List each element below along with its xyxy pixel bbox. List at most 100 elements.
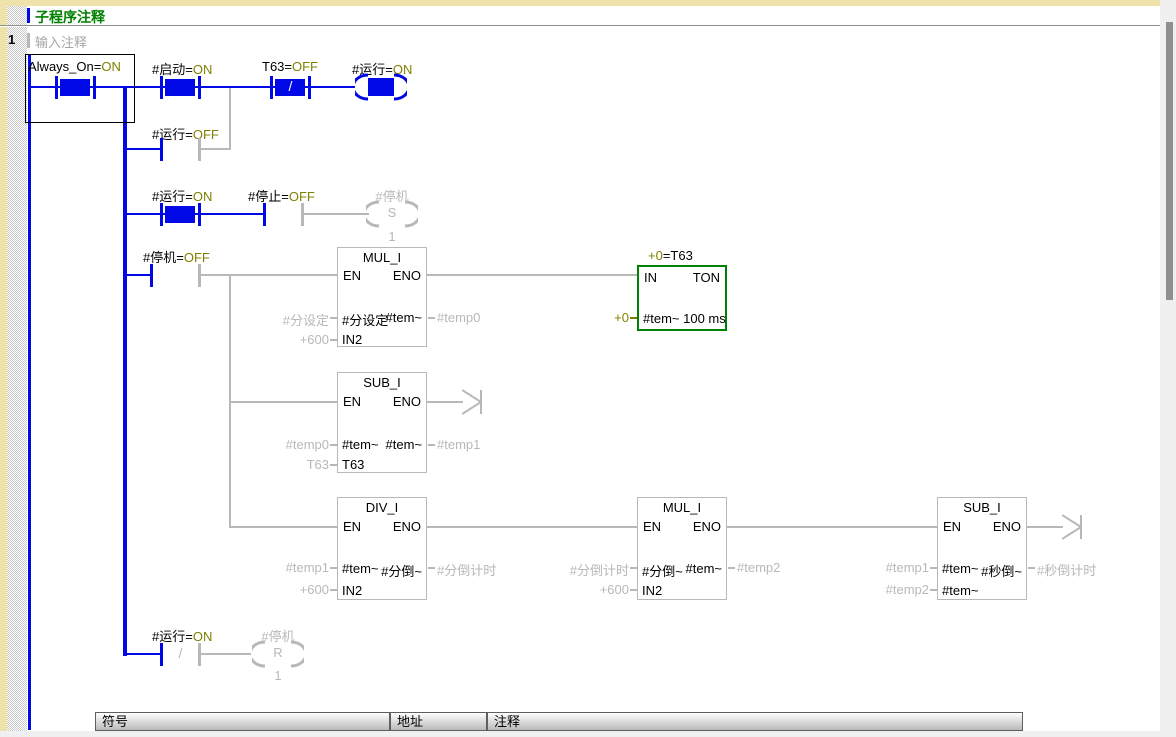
sub2-block[interactable]: SUB_I EN ENO #tem~ #秒倒~ #tem~	[937, 497, 1027, 600]
pin-stub	[330, 444, 337, 446]
scrollbar-thumb[interactable]	[1166, 22, 1173, 300]
ladder-editor: 子程序注释 1 输入注释 Always_On=ON #启动=ON T63=OFF…	[0, 0, 1176, 737]
eno-pin: ENO	[393, 394, 421, 409]
symbol-table-header-comment[interactable]: 注释	[487, 712, 1023, 731]
rung4-wire-gray	[201, 653, 251, 655]
network-comment[interactable]: 输入注释	[35, 32, 87, 51]
contact-bar	[198, 264, 201, 287]
coil-run[interactable]	[355, 73, 407, 101]
div1-en-wire	[231, 526, 337, 528]
rung4-wire-blue	[127, 653, 163, 655]
power-flow-fill	[165, 206, 195, 223]
branch-wire-gray	[201, 148, 231, 150]
timer-type: TON	[693, 270, 720, 285]
in2-operand: #tem~	[942, 583, 979, 598]
contact-stop[interactable]	[263, 203, 304, 226]
in2-operand: T63	[342, 457, 364, 472]
reset-coil[interactable]: R	[252, 640, 304, 668]
en-pin: EN	[343, 394, 361, 409]
eno-pin: ENO	[393, 519, 421, 534]
program-comment[interactable]: 子程序注释	[35, 7, 105, 27]
contact-t63-label: T63=OFF	[262, 59, 318, 74]
contact-halt-label: #停机=OFF	[143, 247, 210, 262]
in1-operand: #tem~	[342, 561, 379, 576]
div1-in2-ext: +600	[240, 582, 329, 597]
contact-bar	[198, 643, 201, 666]
mul1-in2-ext: +600	[240, 332, 329, 347]
contact-bar	[308, 76, 311, 99]
open-branch-arrow-icon	[1062, 512, 1084, 542]
mul2-in1-ext: #分倒计时	[530, 560, 629, 579]
pin-stub	[630, 317, 637, 319]
in2-pin: IN2	[342, 583, 362, 598]
reset-coil-letter: R	[252, 645, 304, 660]
pin-stub	[428, 317, 435, 319]
in2-pin: IN2	[342, 332, 362, 347]
sub2-out-wire	[1027, 526, 1063, 528]
contact-halt[interactable]	[150, 264, 201, 287]
mul2-block[interactable]: MUL_I EN ENO #分倒~ #tem~ IN2	[637, 497, 727, 600]
en-pin: EN	[343, 268, 361, 283]
branch-up-wire	[229, 88, 231, 150]
pin-stub	[330, 589, 337, 591]
pin-stub	[630, 589, 637, 591]
contact-t63-nc[interactable]: /	[270, 76, 311, 99]
contact-bar	[160, 76, 163, 99]
contact-run-off[interactable]	[160, 138, 201, 161]
vertical-scrollbar[interactable]	[1160, 0, 1176, 737]
open-branch-arrow-icon	[462, 387, 484, 417]
power-rail	[28, 55, 31, 730]
pin-stub	[930, 589, 937, 591]
junction-rail	[123, 86, 127, 656]
out-operand: #分倒~	[381, 561, 422, 580]
contact-always-on[interactable]	[55, 76, 96, 99]
branch-wire-blue	[127, 148, 161, 150]
div1-block[interactable]: DIV_I EN ENO #tem~ #分倒~ IN2	[337, 497, 427, 600]
contact-bar	[160, 138, 163, 161]
ton-pt-ext: +0	[560, 310, 629, 325]
pin-stub	[428, 444, 435, 446]
contact-run[interactable]	[160, 203, 201, 226]
contact-start[interactable]	[160, 76, 201, 99]
network-comment-marker	[27, 33, 30, 48]
eno-pin: ENO	[693, 519, 721, 534]
in1-operand: #分设定	[342, 310, 388, 329]
pin-stub	[330, 317, 337, 319]
set-coil[interactable]: S	[366, 200, 418, 228]
out-operand: #tem~	[686, 561, 723, 576]
coil-s-count: 1	[356, 229, 428, 244]
sub1-in2-ext: T63	[240, 457, 329, 472]
block-title: MUL_I	[338, 250, 426, 265]
contact-bar	[198, 138, 201, 161]
mul2-in2-ext: +600	[530, 582, 629, 597]
power-flow-fill	[60, 79, 90, 96]
eno-pin: ENO	[993, 519, 1021, 534]
symbol-table-header-address[interactable]: 地址	[390, 712, 487, 731]
coil-s-operand: #停机	[356, 186, 428, 201]
contact-start-label: #启动=ON	[152, 59, 212, 74]
contact-stop-label: #停止=OFF	[248, 186, 315, 201]
mul1-in1-ext: #分设定	[240, 310, 329, 329]
in1-operand: #分倒~	[642, 561, 683, 580]
en-pin: EN	[643, 519, 661, 534]
mul1-block[interactable]: MUL_I EN ENO #分设定 #tem~ IN2	[337, 247, 427, 347]
block-title: SUB_I	[938, 500, 1026, 515]
sub1-block[interactable]: SUB_I EN ENO #tem~ #tem~ T63	[337, 372, 427, 473]
pin-stub	[1028, 567, 1035, 569]
symbol-table-header-symbol[interactable]: 符号	[95, 712, 390, 731]
pt-operand: #tem~ 100 ms	[643, 311, 726, 326]
coil-r-operand: #停机	[242, 626, 314, 641]
block-title: MUL_I	[638, 500, 726, 515]
in1-operand: #tem~	[342, 437, 379, 452]
block-title: DIV_I	[338, 500, 426, 515]
contact-bar	[93, 76, 96, 99]
coil-r-count: 1	[242, 668, 314, 683]
contact-run-nc[interactable]: /	[160, 643, 201, 666]
network-number: 1	[8, 32, 15, 47]
sub2-in2-ext: #temp2	[830, 582, 929, 597]
left-margin-strip	[0, 0, 7, 731]
ton-block[interactable]: IN TON #tem~ 100 ms	[637, 265, 727, 331]
div1-out-ext: #分倒计时	[437, 560, 496, 579]
eno-pin: ENO	[393, 268, 421, 283]
set-coil-letter: S	[366, 205, 418, 220]
